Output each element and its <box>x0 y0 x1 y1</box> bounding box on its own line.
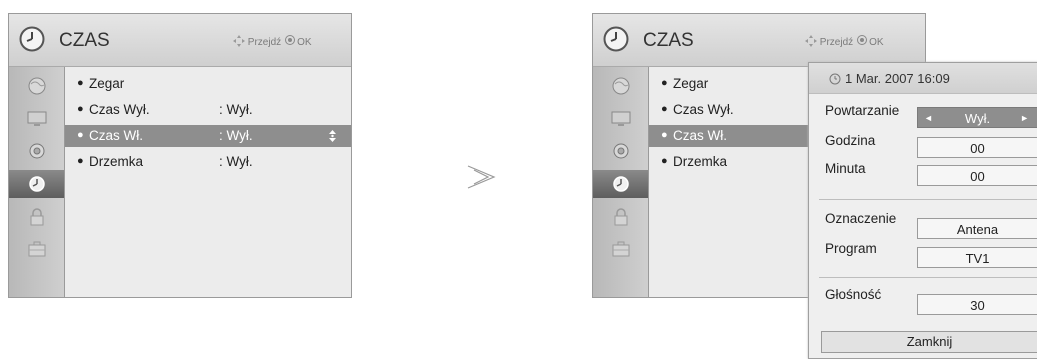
current-date: 1 Mar. 2007 16:09 <box>845 71 950 86</box>
input-label: Oznaczenie <box>825 211 897 226</box>
nav-hint: Przejdź OK <box>233 35 312 48</box>
lock-icon <box>614 208 627 226</box>
menu-item-label: Czas Wył. <box>673 102 734 117</box>
hint-move-label: Przejdź <box>247 37 282 48</box>
tv-screen-icon <box>27 111 46 126</box>
program-label: Program <box>825 241 877 256</box>
hour-field[interactable]: 00 <box>917 137 1037 158</box>
menu-item-off-time[interactable]: ● Czas Wył. : Wył. <box>65 99 351 121</box>
divider <box>819 199 1037 200</box>
on-time-settings-popup: 1 Mar. 2007 16:09 Powtarzanie ◄ Wył. ► G… <box>808 62 1037 359</box>
next-step-arrow-icon <box>467 165 496 189</box>
clock-icon <box>28 176 45 192</box>
menu-item-value: : Wył. <box>219 154 253 169</box>
program-field[interactable]: TV1 <box>917 247 1037 268</box>
hint-move-label: Przejdź <box>819 37 854 48</box>
lock-icon <box>30 208 43 226</box>
hour-label: Godzina <box>825 133 876 148</box>
sidebar-item-lock[interactable] <box>599 203 642 231</box>
repeat-selector[interactable]: ◄ Wył. ► <box>917 107 1037 128</box>
divider <box>819 277 1037 278</box>
menu-item-label: Czas Wył. <box>89 102 150 117</box>
sidebar-item-picture[interactable] <box>599 104 642 132</box>
volume-field[interactable]: 30 <box>917 294 1037 315</box>
menu-item-value: : Wył. <box>219 128 253 143</box>
hint-ok-label: OK <box>869 37 884 48</box>
repeat-value: Wył. <box>964 111 991 126</box>
sidebar-item-time[interactable] <box>9 170 64 198</box>
small-clock-icon <box>829 73 841 85</box>
nav-hint: Przejdź OK <box>805 35 884 48</box>
toolbox-icon <box>612 241 629 257</box>
left-time-menu: CZAS Przejdź OK ● Zegar ● Czas Wył.: Wy… <box>8 13 352 298</box>
bullet-icon: ● <box>661 129 668 141</box>
current-date-bar: 1 Mar. 2007 16:09 <box>809 63 1037 94</box>
repeat-label: Powtarzanie <box>825 103 900 118</box>
bullet-icon: ● <box>77 155 84 167</box>
menu-content: ● Zegar ● Czas Wył. : Wył. ● Czas Wł. : … <box>65 67 351 297</box>
speaker-icon <box>29 143 44 159</box>
sidebar-item-lock[interactable] <box>15 203 58 231</box>
hint-ok-label: OK <box>297 37 312 48</box>
left-arrow-icon[interactable]: ◄ <box>924 108 933 129</box>
menu-header: CZAS Przejdź OK <box>9 14 351 67</box>
bullet-icon: ● <box>661 77 668 89</box>
menu-item-sleep-timer[interactable]: ● Drzemka : Wył. <box>65 151 351 173</box>
dpad-icon <box>805 35 817 47</box>
bullet-icon: ● <box>661 155 668 167</box>
ok-button-icon <box>285 35 296 45</box>
sidebar-item-time[interactable] <box>593 170 648 198</box>
ok-button-icon <box>857 35 868 45</box>
tv-screen-icon <box>611 111 630 126</box>
bullet-icon: ● <box>77 77 84 89</box>
close-button[interactable]: Zamknij <box>821 331 1037 353</box>
category-sidebar <box>593 67 649 297</box>
sidebar-item-audio[interactable] <box>599 137 642 165</box>
menu-item-label: Czas Wł. <box>673 128 727 143</box>
category-sidebar <box>9 67 65 297</box>
menu-item-on-time[interactable]: ● Czas Wł. : Wył. <box>65 125 351 147</box>
minute-label: Minuta <box>825 161 866 176</box>
sidebar-item-picture[interactable] <box>15 104 58 132</box>
sidebar-item-setup[interactable] <box>15 72 58 100</box>
menu-item-clock[interactable]: ● Zegar <box>65 73 351 95</box>
menu-item-label: Zegar <box>673 76 709 91</box>
right-arrow-icon[interactable]: ► <box>1020 108 1029 129</box>
menu-header: CZAS Przejdź OK <box>593 14 925 67</box>
toolbox-icon <box>28 241 45 257</box>
menu-title: CZAS <box>59 30 110 51</box>
speaker-icon <box>613 143 628 159</box>
sidebar-item-audio[interactable] <box>15 137 58 165</box>
sidebar-item-option[interactable] <box>599 235 642 263</box>
sidebar-item-setup[interactable] <box>599 72 642 100</box>
bullet-icon: ● <box>77 129 84 141</box>
input-source-field[interactable]: Antena <box>917 218 1037 239</box>
bullet-icon: ● <box>661 103 668 115</box>
menu-item-label: Drzemka <box>89 154 144 169</box>
bullet-icon: ● <box>77 103 84 115</box>
menu-item-value: : Wył. <box>219 102 253 117</box>
globe-icon <box>28 77 45 95</box>
menu-item-label: Zegar <box>89 76 125 91</box>
up-down-arrow-icon <box>329 130 336 142</box>
sidebar-item-option[interactable] <box>15 235 58 263</box>
menu-item-label: Czas Wł. <box>89 128 143 143</box>
dpad-icon <box>233 35 245 47</box>
clock-icon <box>19 26 45 52</box>
clock-icon <box>612 176 629 192</box>
minute-field[interactable]: 00 <box>917 165 1037 186</box>
clock-icon <box>603 26 629 52</box>
menu-title: CZAS <box>643 30 694 51</box>
globe-icon <box>612 77 629 95</box>
volume-label: Głośność <box>825 287 882 302</box>
menu-item-label: Drzemka <box>673 154 728 169</box>
